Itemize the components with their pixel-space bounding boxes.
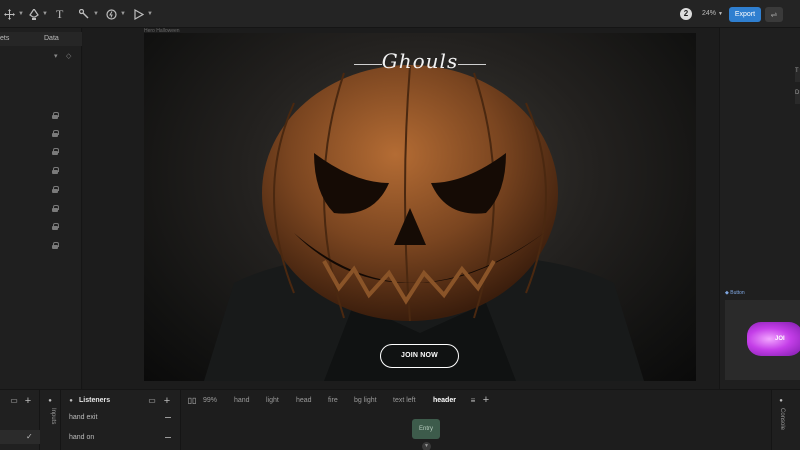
lock-icon[interactable]	[52, 205, 59, 212]
console-label[interactable]: Console	[779, 408, 785, 430]
hero-title[interactable]: Ghouls	[144, 49, 696, 73]
listeners-title: Listeners	[79, 397, 111, 404]
move-tool[interactable]: ▼	[4, 6, 24, 22]
layer-row[interactable]	[0, 144, 82, 160]
layer-row[interactable]	[0, 219, 82, 235]
lock-icon[interactable]	[52, 242, 59, 249]
console-strip[interactable]: ● Console	[771, 390, 800, 450]
component-label-text: Button	[730, 290, 745, 296]
text-tool[interactable]: T	[56, 6, 63, 22]
inputs-strip[interactable]: ● Inputs	[40, 390, 61, 450]
chevron-down-icon: ▼	[42, 11, 48, 17]
layer-row[interactable]	[0, 201, 82, 217]
chevron-down-icon: ▼	[18, 11, 24, 17]
lock-icon[interactable]	[52, 148, 59, 155]
export-button[interactable]: Export	[729, 7, 761, 22]
add-listener-icon[interactable]: +	[162, 396, 172, 407]
pen-icon	[29, 8, 39, 20]
chevron-down-icon: ▼	[120, 11, 126, 17]
component-thumbnail[interactable]: JOI	[725, 300, 800, 380]
left-tabs: ets Data	[0, 32, 82, 46]
pause-icon[interactable]: ▯▯	[187, 396, 197, 406]
join-now-button[interactable]: JOIN NOW	[380, 344, 459, 368]
listener-item[interactable]: hand on	[69, 434, 94, 441]
layer-row[interactable]	[0, 126, 82, 142]
play-icon	[134, 8, 144, 20]
zoom-value: 24%	[702, 10, 717, 17]
folder-icon[interactable]: ▭	[9, 396, 19, 406]
text-icon: T	[56, 6, 64, 21]
constraint-tool[interactable]: ▼	[106, 6, 126, 22]
move-icon	[4, 8, 15, 20]
add-layer-icon[interactable]: +	[481, 395, 491, 406]
state-machine-layers-bar: ▯▯ 99% hand light head fire bg light tex…	[181, 390, 771, 410]
artboard[interactable]: Ghouls JOIN NOW	[144, 33, 696, 381]
zoom-level[interactable]: 24% ▼	[702, 10, 723, 17]
left-panel: ets Data ▾ ◇	[0, 28, 82, 389]
selected-row[interactable]: ✓	[0, 430, 40, 444]
inputs-label[interactable]: Inputs	[50, 408, 56, 424]
state-graph[interactable]: Entry ▼	[181, 410, 771, 450]
layer-tab-light[interactable]: light	[266, 397, 279, 404]
component-label[interactable]: ◆ Button	[725, 290, 745, 296]
bone-tool[interactable]: ▼	[79, 6, 99, 22]
canvas[interactable]: Hero Halloween Ghouls JOIN NOW	[83, 28, 719, 389]
remove-listener-icon[interactable]	[165, 437, 171, 438]
lock-icon[interactable]	[52, 186, 59, 193]
lock-icon[interactable]	[52, 112, 59, 119]
collapse-icon[interactable]: ●	[66, 396, 76, 406]
remove-listener-icon[interactable]	[165, 417, 171, 418]
bottom-panel: ▭ + ✓ ● Inputs ● Listeners ▭ + hand exit…	[0, 389, 800, 450]
sm-zoom[interactable]: 99%	[203, 397, 217, 404]
chevron-down-icon: ▼	[717, 11, 723, 17]
chevron-down-icon: ▼	[93, 11, 99, 17]
layer-tab-fire[interactable]: fire	[328, 397, 338, 404]
lock-icon[interactable]	[52, 223, 59, 230]
right-tab-1[interactable]: T	[795, 68, 800, 82]
entry-node[interactable]: Entry	[412, 419, 440, 439]
top-toolbar: ▼ ▼ T ▼ ▼ ▼ 2 24% ▼ Export ⇌	[0, 0, 800, 28]
tag-icon[interactable]: ◇	[66, 52, 71, 60]
collapse-icon[interactable]: ●	[45, 396, 55, 406]
layer-row[interactable]	[0, 108, 82, 124]
listener-item[interactable]: hand exit	[69, 414, 97, 421]
lock-icon[interactable]	[52, 130, 59, 137]
share-icon: ⇌	[770, 10, 778, 19]
share-button[interactable]: ⇌	[765, 7, 783, 22]
layer-tab-hand[interactable]: hand	[234, 397, 250, 404]
layer-tab-text-left[interactable]: text left	[393, 397, 416, 404]
tab-data[interactable]: Data	[44, 35, 59, 42]
folder-icon[interactable]: ▭	[147, 396, 157, 406]
layer-tab-head[interactable]: head	[296, 397, 312, 404]
chevron-down-icon[interactable]: ▾	[54, 52, 58, 60]
right-panel: T D ◆ Button JOI	[719, 28, 800, 389]
chevron-down-icon[interactable]: ▼	[422, 442, 431, 450]
pen-tool[interactable]: ▼	[29, 6, 48, 22]
button-preview-text: JOI	[775, 336, 785, 342]
check-icon: ✓	[26, 432, 33, 441]
bone-icon	[79, 8, 90, 20]
component-icon: ◆	[725, 290, 729, 296]
listeners-panel: ● Listeners ▭ + hand exit hand on	[61, 390, 181, 450]
collapse-icon[interactable]: ●	[776, 396, 786, 406]
layer-tab-bg-light[interactable]: bg light	[354, 397, 377, 404]
tab-assets[interactable]: ets	[0, 35, 9, 42]
layer-tab-header[interactable]: header	[433, 397, 456, 404]
play-tool[interactable]: ▼	[134, 6, 153, 22]
right-tab-2[interactable]: D	[795, 90, 800, 104]
add-icon[interactable]: +	[23, 396, 33, 407]
layers-mini-panel: ▭ + ✓	[0, 390, 40, 450]
constraint-icon	[106, 8, 117, 20]
chevron-down-icon: ▼	[147, 11, 153, 17]
layer-row[interactable]	[0, 182, 82, 198]
lock-icon[interactable]	[52, 167, 59, 174]
pumpkin-illustration	[204, 63, 644, 381]
layer-row[interactable]	[0, 163, 82, 179]
button-preview-blob	[747, 322, 800, 356]
list-icon[interactable]: ≡	[468, 396, 478, 406]
layer-row[interactable]	[0, 238, 82, 254]
rive-logo-icon[interactable]: 2	[680, 8, 692, 20]
